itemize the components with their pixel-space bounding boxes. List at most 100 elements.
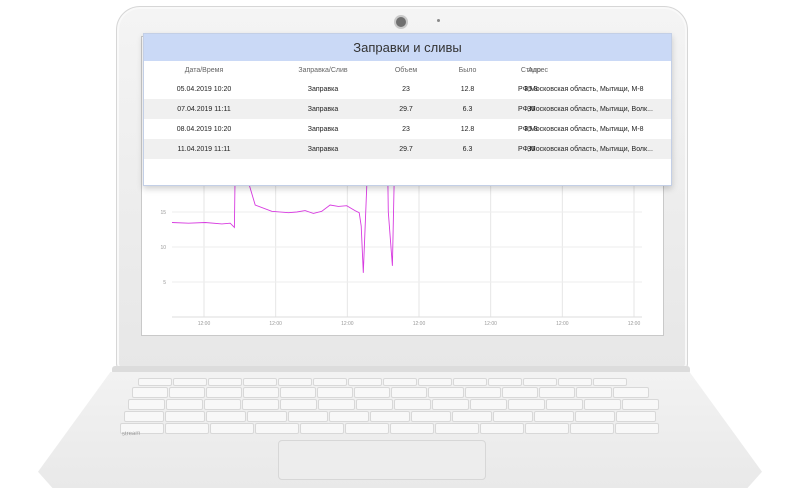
keyboard-key[interactable]: [493, 411, 533, 422]
keyboard-key[interactable]: [243, 378, 277, 386]
table-row[interactable]: 05.04.2019 10:20 Заправка 23 12.8 35.8 РФ,Мос…: [144, 79, 671, 99]
column-header[interactable]: Дата/Время: [144, 61, 264, 79]
table-header-row: Дата/Время Заправка/Слив Объем Было Стало Адр…: [144, 61, 671, 79]
keyboard-key[interactable]: [383, 378, 417, 386]
keyboard-key[interactable]: [208, 378, 242, 386]
keyboard-key[interactable]: [394, 399, 431, 410]
keyboard-key[interactable]: [132, 387, 168, 398]
keyboard-key[interactable]: [348, 378, 382, 386]
table-cell: Заправка: [307, 85, 339, 93]
trackpad[interactable]: [278, 440, 486, 480]
keyboard-key[interactable]: [428, 387, 464, 398]
keyboard-key[interactable]: [613, 387, 649, 398]
brand-logo: stream: [121, 430, 141, 438]
keyboard-key[interactable]: [391, 387, 427, 398]
keyboard-key[interactable]: [584, 399, 621, 410]
keyboard-key[interactable]: [280, 387, 316, 398]
x-tick-label: 12:00: [484, 321, 497, 327]
keyboard-key[interactable]: [206, 387, 242, 398]
y-tick-label: 10: [160, 245, 166, 251]
keyboard-key[interactable]: [432, 399, 469, 410]
x-tick-label: 12:00: [341, 321, 354, 327]
keyboard-key[interactable]: [278, 378, 312, 386]
keyboard-key[interactable]: [480, 423, 524, 434]
keyboard-key[interactable]: [508, 399, 545, 410]
x-tick-label: 12:00: [269, 321, 282, 327]
keyboard-key[interactable]: [317, 387, 353, 398]
keyboard-key[interactable]: [165, 411, 205, 422]
table-cell: Заправка: [307, 125, 339, 133]
x-tick-label: 12:00: [556, 321, 569, 327]
refuels-table: Дата/Время Заправка/Слив Объем Было Стало Адр…: [144, 61, 671, 159]
refuels-drains-panel: Заправки и сливы Дата/Время Заправка/Слив…: [143, 33, 672, 186]
keyboard-key[interactable]: [280, 399, 317, 410]
table-row[interactable]: 07.04.2019 11:11 Заправка 29.7 6.3 36 РФ,Моск…: [144, 99, 671, 119]
keyboard-key[interactable]: [329, 411, 369, 422]
keyboard-key[interactable]: [539, 387, 575, 398]
keyboard-key[interactable]: [546, 399, 583, 410]
keyboard-key[interactable]: [615, 423, 659, 434]
keyboard-key[interactable]: [313, 378, 347, 386]
keyboard-key[interactable]: [138, 378, 172, 386]
keyboard-key[interactable]: [411, 411, 451, 422]
keyboard-key[interactable]: [169, 387, 205, 398]
keyboard-key[interactable]: [166, 399, 203, 410]
keyboard-key[interactable]: [210, 423, 254, 434]
keyboard-key[interactable]: [470, 399, 507, 410]
keyboard: [118, 378, 680, 436]
keyboard-key[interactable]: [173, 378, 207, 386]
keyboard-key[interactable]: [354, 387, 390, 398]
column-header[interactable]: Объем: [382, 61, 430, 79]
keyboard-key[interactable]: [465, 387, 501, 398]
keyboard-key[interactable]: [616, 411, 656, 422]
column-header[interactable]: Было: [430, 61, 505, 79]
table-cell: РФ,Московская область, Мытищи, Волк...: [518, 145, 653, 153]
keyboard-key[interactable]: [288, 411, 328, 422]
keyboard-key[interactable]: [570, 423, 614, 434]
keyboard-key[interactable]: [300, 423, 344, 434]
keyboard-key[interactable]: [488, 378, 522, 386]
table-row[interactable]: 08.04.2019 10:20 Заправка 23 12.8 35.8 РФ,Мос…: [144, 119, 671, 139]
keyboard-key[interactable]: [390, 423, 434, 434]
keyboard-key[interactable]: [534, 411, 574, 422]
keyboard-key[interactable]: [165, 423, 209, 434]
table-row[interactable]: 11.04.2019 11:11 Заправка 29.7 6.3 36 РФ,Моск…: [144, 139, 671, 159]
keyboard-key[interactable]: [576, 387, 612, 398]
keyboard-key[interactable]: [418, 378, 452, 386]
table-cell: РФ,Московская область, Мытищи, Волк...: [518, 105, 653, 113]
keyboard-key[interactable]: [523, 378, 557, 386]
table-cell: 23: [402, 125, 410, 133]
table-cell: 23: [402, 85, 410, 93]
keyboard-key[interactable]: [593, 378, 627, 386]
webcam-icon: [394, 15, 408, 29]
keyboard-key[interactable]: [124, 411, 164, 422]
camera-led-icon: [437, 19, 440, 22]
table-cell: 08.04.2019 10:20: [176, 125, 232, 133]
keyboard-key[interactable]: [247, 411, 287, 422]
table-cell: РФ,Московская область, Мытищи, М-8: [518, 125, 644, 133]
keyboard-key[interactable]: [128, 399, 165, 410]
keyboard-key[interactable]: [243, 387, 279, 398]
column-header[interactable]: Заправка/Слив: [264, 61, 382, 79]
keyboard-key[interactable]: [622, 399, 659, 410]
keyboard-key[interactable]: [452, 411, 492, 422]
keyboard-key[interactable]: [502, 387, 538, 398]
keyboard-key[interactable]: [370, 411, 410, 422]
keyboard-key[interactable]: [453, 378, 487, 386]
keyboard-key[interactable]: [255, 423, 299, 434]
table-cell: 11.04.2019 11:11: [177, 145, 231, 153]
keyboard-key[interactable]: [318, 399, 355, 410]
table-cell: 12.8: [460, 85, 475, 93]
keyboard-key[interactable]: [204, 399, 241, 410]
keyboard-key[interactable]: [525, 423, 569, 434]
column-header[interactable]: Адрес: [516, 61, 680, 79]
keyboard-key[interactable]: [206, 411, 246, 422]
keyboard-key[interactable]: [575, 411, 615, 422]
keyboard-key[interactable]: [345, 423, 389, 434]
keyboard-key[interactable]: [242, 399, 279, 410]
panel-title: Заправки и сливы: [144, 34, 671, 61]
keyboard-key[interactable]: [435, 423, 479, 434]
keyboard-key[interactable]: [356, 399, 393, 410]
keyboard-key[interactable]: [558, 378, 592, 386]
table-cell: 6.3: [462, 145, 473, 153]
